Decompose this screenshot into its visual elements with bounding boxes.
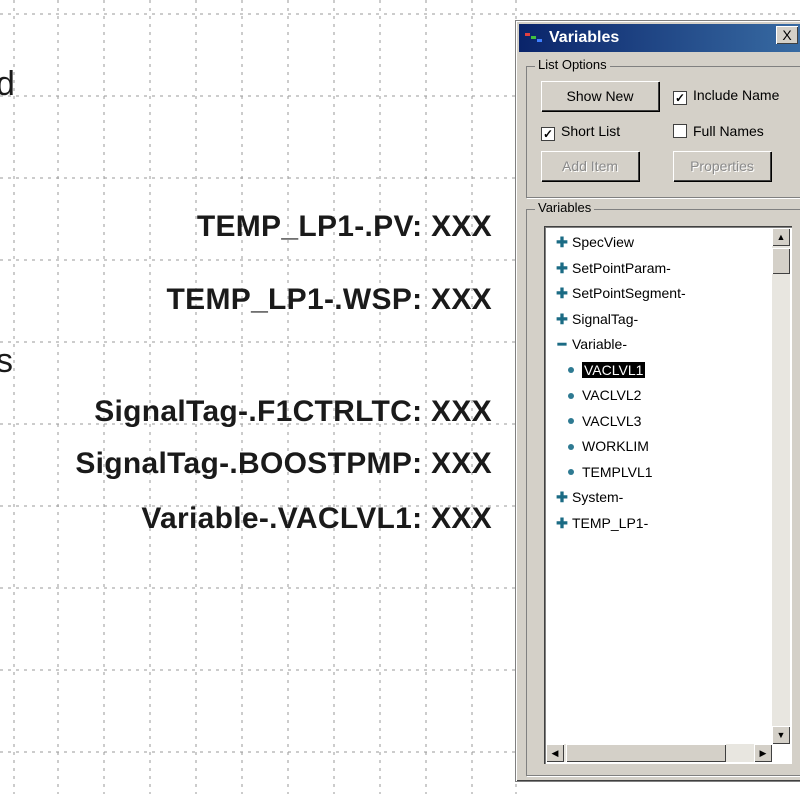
canvas-label-vaclvl1[interactable]: Variable-.VACLVL1: XXX	[141, 502, 492, 536]
canvas-label-f1ctrltc[interactable]: SignalTag-.F1CTRLTC: XXX	[94, 395, 492, 429]
properties-button[interactable]: Properties	[673, 151, 771, 181]
list-options-label: List Options	[535, 57, 610, 72]
tree-item-label: SetPointSegment-	[572, 285, 686, 301]
tree-item[interactable]: VACLVL2	[558, 385, 641, 405]
tree-item[interactable]: VACLVL1	[558, 360, 646, 380]
add-item-button[interactable]: Add Item	[541, 151, 639, 181]
plus-icon[interactable]: ✚	[556, 309, 568, 329]
tree-item-label: SetPointParam-	[572, 259, 671, 276]
tree-item[interactable]: ✚ SetPointParam-	[556, 258, 671, 278]
tree-item-label: VACLVL1	[582, 361, 646, 378]
plus-icon[interactable]: ✚	[556, 513, 568, 533]
tree-item[interactable]: VACLVL3	[558, 411, 641, 431]
canvas-label-boostpmp[interactable]: SignalTag-.BOOSTPMP: XXX	[75, 447, 492, 481]
scroll-up-icon[interactable]: ▲	[772, 228, 790, 246]
scroll-down-icon[interactable]: ▼	[772, 726, 790, 744]
close-icon[interactable]: X	[776, 26, 798, 44]
tree-item-label: Variable-	[572, 336, 627, 352]
full-names-checkbox[interactable]: Full Names	[673, 123, 764, 139]
scroll-right-icon[interactable]: ▶	[754, 744, 772, 762]
tree-item[interactable]: ✚ SetPointSegment-	[556, 283, 686, 303]
include-name-checkbox[interactable]: ✓ Include Name	[673, 87, 779, 105]
tree-item-label: WORKLIM	[582, 438, 649, 454]
tree-item-label: TEMP_LP1-	[572, 514, 649, 531]
include-name-label: Include Name	[693, 87, 780, 103]
vertical-scrollbar[interactable]: ▲ ▼	[772, 228, 790, 744]
dot-icon	[568, 392, 574, 399]
tree-item[interactable]: ✚ System-	[556, 487, 623, 507]
clipped-text-fragment: s	[0, 342, 13, 380]
scroll-thumb-horizontal[interactable]	[566, 744, 726, 762]
short-list-label: Short List	[561, 123, 621, 139]
plus-icon[interactable]: ✚	[556, 232, 568, 252]
tree-item-label: VACLVL3	[582, 412, 642, 429]
tree-item[interactable]: WORKLIM	[558, 436, 649, 456]
tree-item[interactable]: ✚ TEMP_LP1-	[556, 513, 648, 533]
window-title: Variables	[549, 29, 620, 46]
variables-window: Variables X List Options Show New ✓ Inclu…	[515, 20, 800, 782]
app-icon	[525, 33, 542, 42]
full-names-label: Full Names	[693, 123, 764, 139]
tree-item[interactable]: ✚ SpecView	[556, 232, 634, 252]
variables-group-label: Variables	[535, 200, 595, 215]
horizontal-scrollbar[interactable]: ◀ ▶	[546, 744, 772, 762]
tree-item-label: TEMPLVL1	[582, 463, 653, 480]
plus-icon[interactable]: ✚	[556, 487, 568, 507]
minus-icon[interactable]: ━	[556, 334, 568, 354]
plus-icon[interactable]: ✚	[556, 283, 568, 303]
plus-icon[interactable]: ✚	[556, 258, 568, 278]
tree-item-label: VACLVL2	[582, 387, 642, 403]
short-list-checkbox[interactable]: ✓ Short List	[541, 123, 620, 141]
tree-item-label: System-	[572, 489, 624, 505]
dot-icon	[568, 367, 574, 374]
scroll-left-icon[interactable]: ◀	[546, 744, 564, 762]
window-title-bar[interactable]: Variables	[519, 24, 800, 52]
tree-item[interactable]: ━ Variable-	[556, 334, 627, 354]
tree-item[interactable]: ✚ SignalTag-	[556, 309, 638, 329]
dot-icon	[568, 469, 574, 476]
list-options-group: List Options Show New ✓ Include Name ✓ Sho…	[526, 57, 800, 198]
tree-item-label: SpecView	[572, 234, 635, 250]
checkmark-icon: ✓	[673, 91, 687, 105]
checkmark-icon: ✓	[541, 127, 555, 141]
scroll-thumb[interactable]	[772, 248, 790, 274]
tree-item[interactable]: TEMPLVL1	[558, 462, 653, 482]
show-new-button[interactable]: Show New	[541, 81, 659, 111]
canvas-label-temp-pv[interactable]: TEMP_LP1-.PV: XXX	[197, 210, 492, 244]
clipped-text-fragment: d	[0, 65, 15, 103]
variables-tree[interactable]: ✚ SpecView ✚ SetPointParam- ✚ SetPointSegment…	[544, 226, 792, 764]
canvas-label-temp-wsp[interactable]: TEMP_LP1-.WSP: XXX	[167, 283, 492, 317]
checkbox-empty-icon	[673, 124, 687, 138]
dot-icon	[568, 443, 574, 450]
tree-item-label: SignalTag-	[572, 310, 639, 327]
dot-icon	[568, 418, 574, 425]
